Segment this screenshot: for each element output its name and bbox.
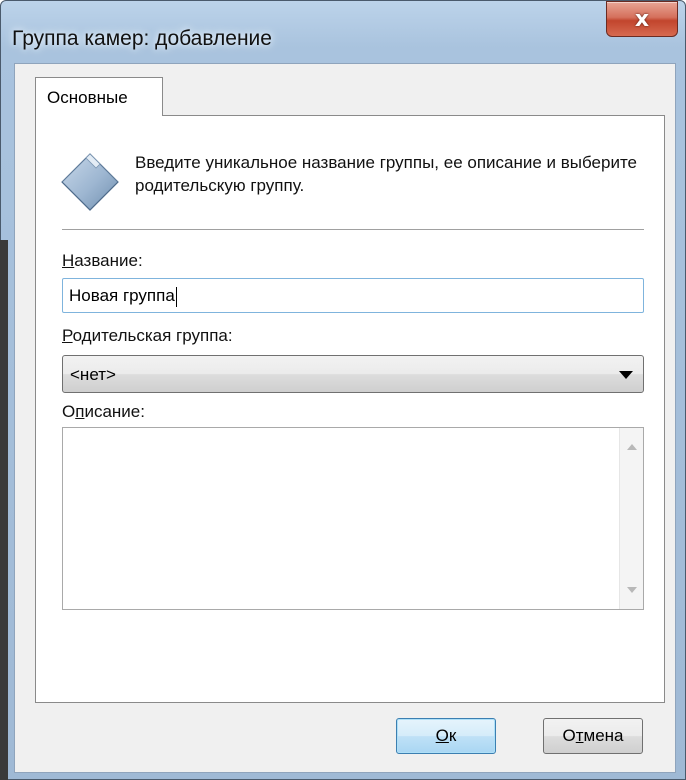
description-label-prefix: О — [62, 402, 76, 421]
name-label: Название: — [62, 251, 143, 271]
cancel-button-access-key: т — [575, 726, 584, 745]
tab-general[interactable]: Основные — [35, 77, 163, 116]
title-bar[interactable]: Группа камер: добавление x — [0, 0, 686, 63]
close-icon: x — [634, 6, 650, 32]
window-left-edge — [0, 240, 8, 780]
description-textarea[interactable] — [62, 427, 644, 610]
description-scrollbar[interactable] — [619, 428, 643, 609]
name-label-text: азвание: — [74, 251, 143, 270]
tab-general-label: Основные — [47, 88, 128, 107]
ok-button-access-key: О — [435, 726, 449, 745]
text-caret — [175, 286, 177, 307]
folder-icon — [61, 153, 119, 211]
name-input-value: Новая группа — [69, 286, 175, 305]
ok-button[interactable]: Ок — [396, 718, 496, 754]
name-label-access-key: Н — [62, 251, 75, 270]
separator — [62, 229, 644, 230]
name-input[interactable]: Новая группа — [62, 278, 644, 313]
parent-group-label-access-key: Р — [62, 326, 73, 345]
scroll-down-arrow-icon[interactable] — [627, 587, 637, 593]
scroll-up-arrow-icon[interactable] — [627, 444, 637, 450]
cancel-button-prefix: О — [562, 726, 576, 745]
instruction-text: Введите уникальное название группы, ее о… — [135, 153, 638, 195]
parent-group-value: <нет> — [70, 365, 116, 384]
description-label: Описание: — [62, 402, 145, 422]
cancel-button-label: мена — [583, 726, 624, 745]
ok-button-label: к — [448, 726, 457, 745]
description-label-text: исание: — [84, 402, 145, 421]
parent-group-label-text: одительская группа: — [72, 326, 233, 345]
parent-group-select[interactable]: <нет> — [62, 355, 644, 393]
window-title: Группа камер: добавление — [12, 27, 272, 50]
parent-group-label: Родительская группа: — [62, 326, 233, 346]
chevron-down-icon — [619, 371, 633, 379]
close-button[interactable]: x — [606, 1, 678, 37]
cancel-button[interactable]: От мена — [543, 718, 643, 754]
